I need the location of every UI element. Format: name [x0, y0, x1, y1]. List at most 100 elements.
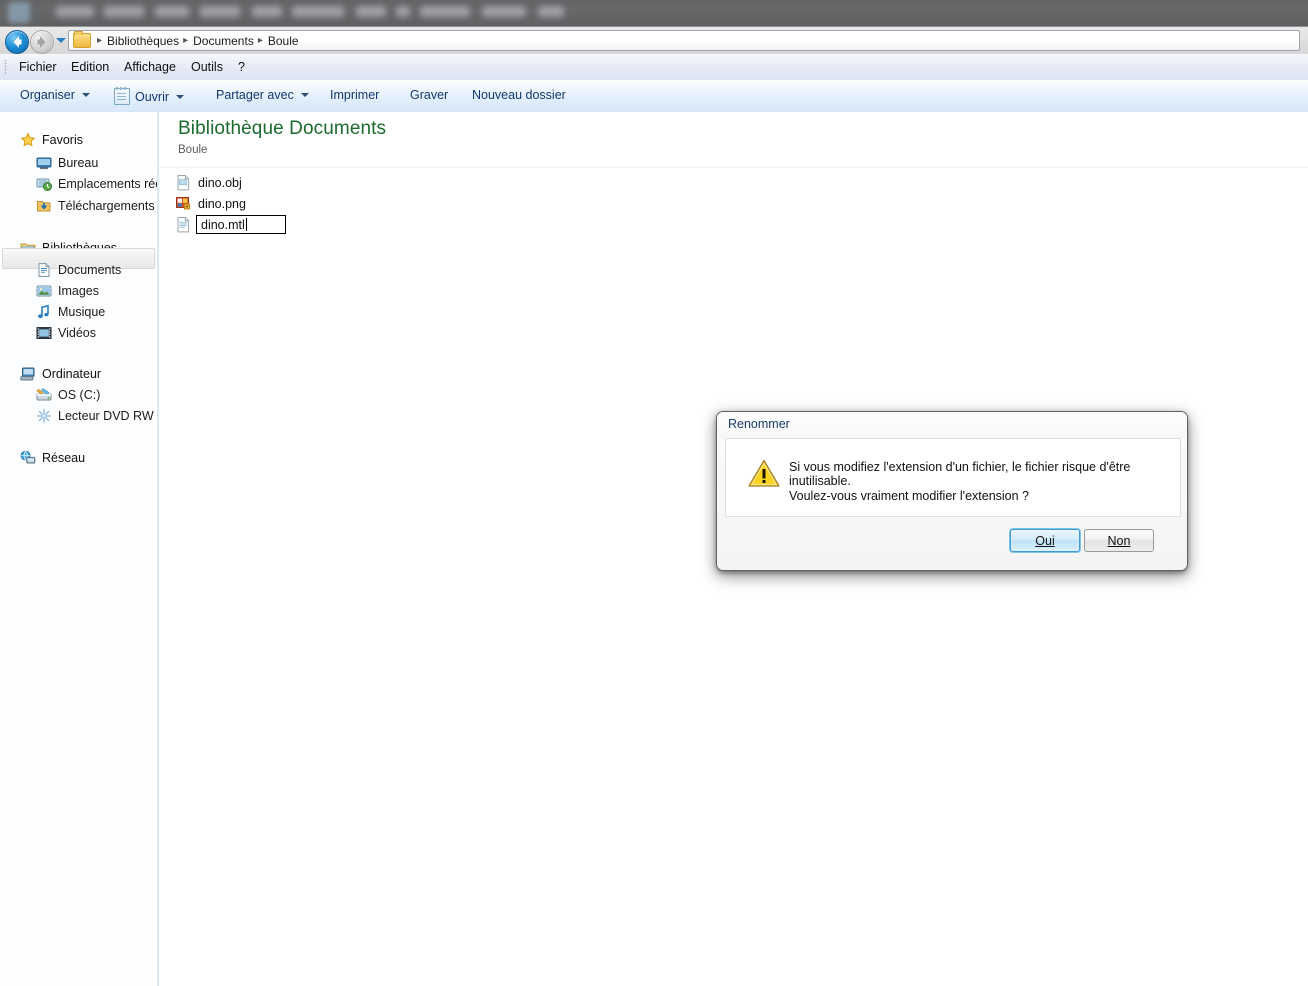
toolbar-ouvrir-button[interactable]: Ouvrir: [110, 86, 188, 107]
toolbar-graver-label: Graver: [410, 88, 449, 102]
sidebar-item-documents-label: Documents: [58, 263, 122, 277]
sidebar-item-musique-label: Musique: [58, 305, 106, 319]
sidebar-group-ordinateur-label: Ordinateur: [42, 367, 102, 381]
sidebar-item-dvd-drive[interactable]: Lecteur DVD RW (E:): [36, 406, 157, 426]
sidebar-item-emplacements-label: Emplacements récer: [58, 177, 157, 191]
dialog-message-line1: Si vous modifiez l'extension d'un fichie…: [789, 460, 1131, 488]
page-subtitle: Boule: [178, 144, 208, 156]
breadcrumb-separator[interactable]: ▸: [258, 35, 263, 46]
pictures-icon: [36, 283, 52, 299]
network-icon: [20, 450, 36, 466]
chevron-down-icon: [81, 93, 90, 97]
dialog-message-line2: Voulez-vous vraiment modifier l'extensio…: [789, 489, 1030, 503]
menu-item-help[interactable]: ?: [233, 58, 250, 76]
chevron-down-icon: [176, 94, 185, 99]
sidebar-group-reseau-label: Réseau: [42, 451, 86, 465]
toolbar-partager-label: Partager avec: [216, 88, 294, 102]
toolbar-imprimer-button[interactable]: Imprimer: [326, 86, 383, 104]
yes-button[interactable]: Oui: [1010, 529, 1080, 552]
menu-bar: Fichier Edition Affichage Outils ?: [0, 54, 1308, 81]
sidebar-item-telechargements[interactable]: Téléchargements: [36, 196, 155, 216]
toolbar-imprimer-label: Imprimer: [330, 88, 380, 102]
toolbar-nouveau-dossier-label: Nouveau dossier: [472, 88, 566, 102]
sidebar-item-bureau-label: Bureau: [58, 156, 99, 170]
png-image-icon: [175, 195, 192, 212]
no-button-label: Non: [1107, 533, 1131, 548]
generic-file-icon: [175, 174, 192, 191]
list-item[interactable]: dino.obj: [175, 173, 242, 192]
documents-icon: [36, 262, 52, 278]
list-item[interactable]: dino.png: [175, 194, 246, 213]
sidebar-group-reseau[interactable]: Réseau: [20, 448, 85, 468]
warning-triangle-icon: [748, 459, 780, 488]
sidebar-item-telechargements-label: Téléchargements: [58, 199, 155, 213]
menu-item-fichier[interactable]: Fichier: [14, 58, 62, 76]
sidebar-item-bureau[interactable]: Bureau: [36, 153, 98, 173]
sidebar-group-favoris-label: Favoris: [42, 133, 83, 147]
breadcrumb-item-bibliotheques[interactable]: Bibliothèques: [107, 34, 179, 48]
toolbar-partager-button[interactable]: Partager avec: [212, 86, 313, 104]
sidebar-item-documents[interactable]: Documents: [36, 260, 121, 280]
breadcrumb-separator[interactable]: ▸: [183, 35, 188, 46]
chevron-down-icon: [300, 93, 309, 97]
history-dropdown-icon[interactable]: [56, 38, 66, 43]
address-bar[interactable]: ▸ Bibliothèques ▸ Documents ▸ Boule: [68, 30, 1300, 51]
text-caret: [245, 218, 247, 231]
dialog-footer: Oui Non: [725, 517, 1181, 562]
background-menu-item: Fenêtre: [482, 6, 526, 17]
background-menu-item: Edition: [104, 6, 144, 17]
rename-confirmation-dialog: Renommer Si vous modifiez l'extension d'…: [716, 411, 1188, 571]
list-item-label: dino.obj: [198, 175, 242, 190]
menu-item-affichage[interactable]: Affichage: [119, 58, 181, 76]
breadcrumb-separator[interactable]: ▸: [97, 35, 102, 46]
dialog-body: Si vous modifiez l'extension d'un fichie…: [725, 438, 1181, 517]
sidebar-item-emplacements-recents[interactable]: Emplacements récer: [36, 174, 157, 194]
sidebar-item-images-label: Images: [58, 284, 99, 298]
text-file-icon: [175, 216, 192, 233]
toolbar-organiser-label: Organiser: [20, 88, 75, 102]
toolbar-ouvrir-label: Ouvrir: [135, 89, 170, 104]
rename-input[interactable]: dino.mtl: [196, 215, 286, 234]
sidebar-item-musique[interactable]: Musique: [36, 302, 105, 322]
background-app-logo-icon: [8, 2, 30, 23]
list-item-label: dino.png: [198, 196, 246, 211]
list-item-renaming[interactable]: [175, 215, 198, 234]
menu-item-edition[interactable]: Edition: [66, 58, 114, 76]
folder-icon: [73, 31, 91, 48]
no-button[interactable]: Non: [1084, 529, 1154, 552]
sidebar-group-favoris[interactable]: Favoris: [20, 130, 83, 150]
sidebar-item-os-c-label: OS (C:): [58, 388, 101, 402]
downloads-icon: [36, 198, 52, 214]
menu-item-outils[interactable]: Outils: [186, 58, 228, 76]
sidebar-item-os-c[interactable]: OS (C:): [36, 385, 100, 405]
sidebar-item-images[interactable]: Images: [36, 281, 99, 301]
sidebar-item-videos[interactable]: Vidéos: [36, 323, 96, 343]
command-toolbar: Organiser Ouvrir Partager avec Imprimer …: [0, 80, 1308, 113]
forward-arrow-icon[interactable]: [30, 30, 54, 54]
toolbar-graver-button[interactable]: Graver: [406, 86, 452, 104]
dvd-drive-icon: [36, 408, 52, 424]
background-menu-item: Aide: [538, 6, 564, 17]
toolbar-nouveau-dossier-button[interactable]: Nouveau dossier: [468, 86, 570, 104]
background-menu-item: Image: [155, 6, 189, 17]
background-menu-item: Sélection: [292, 6, 344, 17]
sidebar-group-ordinateur[interactable]: Ordinateur: [20, 364, 101, 384]
background-app-menubar: Fichier Edition Image Calque Texte Sélec…: [0, 0, 1308, 26]
computer-icon: [20, 366, 36, 382]
background-menu-item: Filtre: [356, 6, 386, 17]
toolbar-organiser-button[interactable]: Organiser: [16, 86, 94, 104]
dialog-titlebar: Renommer: [717, 412, 1187, 438]
navigation-pane: Favoris Bureau Emplacements ré Télécharg…: [0, 112, 157, 986]
music-icon: [36, 304, 52, 320]
background-menu-item: Affichage: [420, 6, 470, 17]
breadcrumb-item-boule[interactable]: Boule: [268, 34, 299, 48]
dialog-title: Renommer: [728, 417, 790, 431]
desktop-icon: [36, 155, 52, 171]
star-icon: [20, 132, 36, 148]
background-menu-item: 3D: [396, 6, 410, 17]
breadcrumb-item-documents[interactable]: Documents: [193, 34, 254, 48]
harddrive-icon: [36, 387, 52, 403]
header-divider: [159, 167, 1308, 168]
back-arrow-icon[interactable]: [5, 30, 29, 54]
screen-root: Fichier Edition Image Calque Texte Sélec…: [0, 0, 1308, 986]
